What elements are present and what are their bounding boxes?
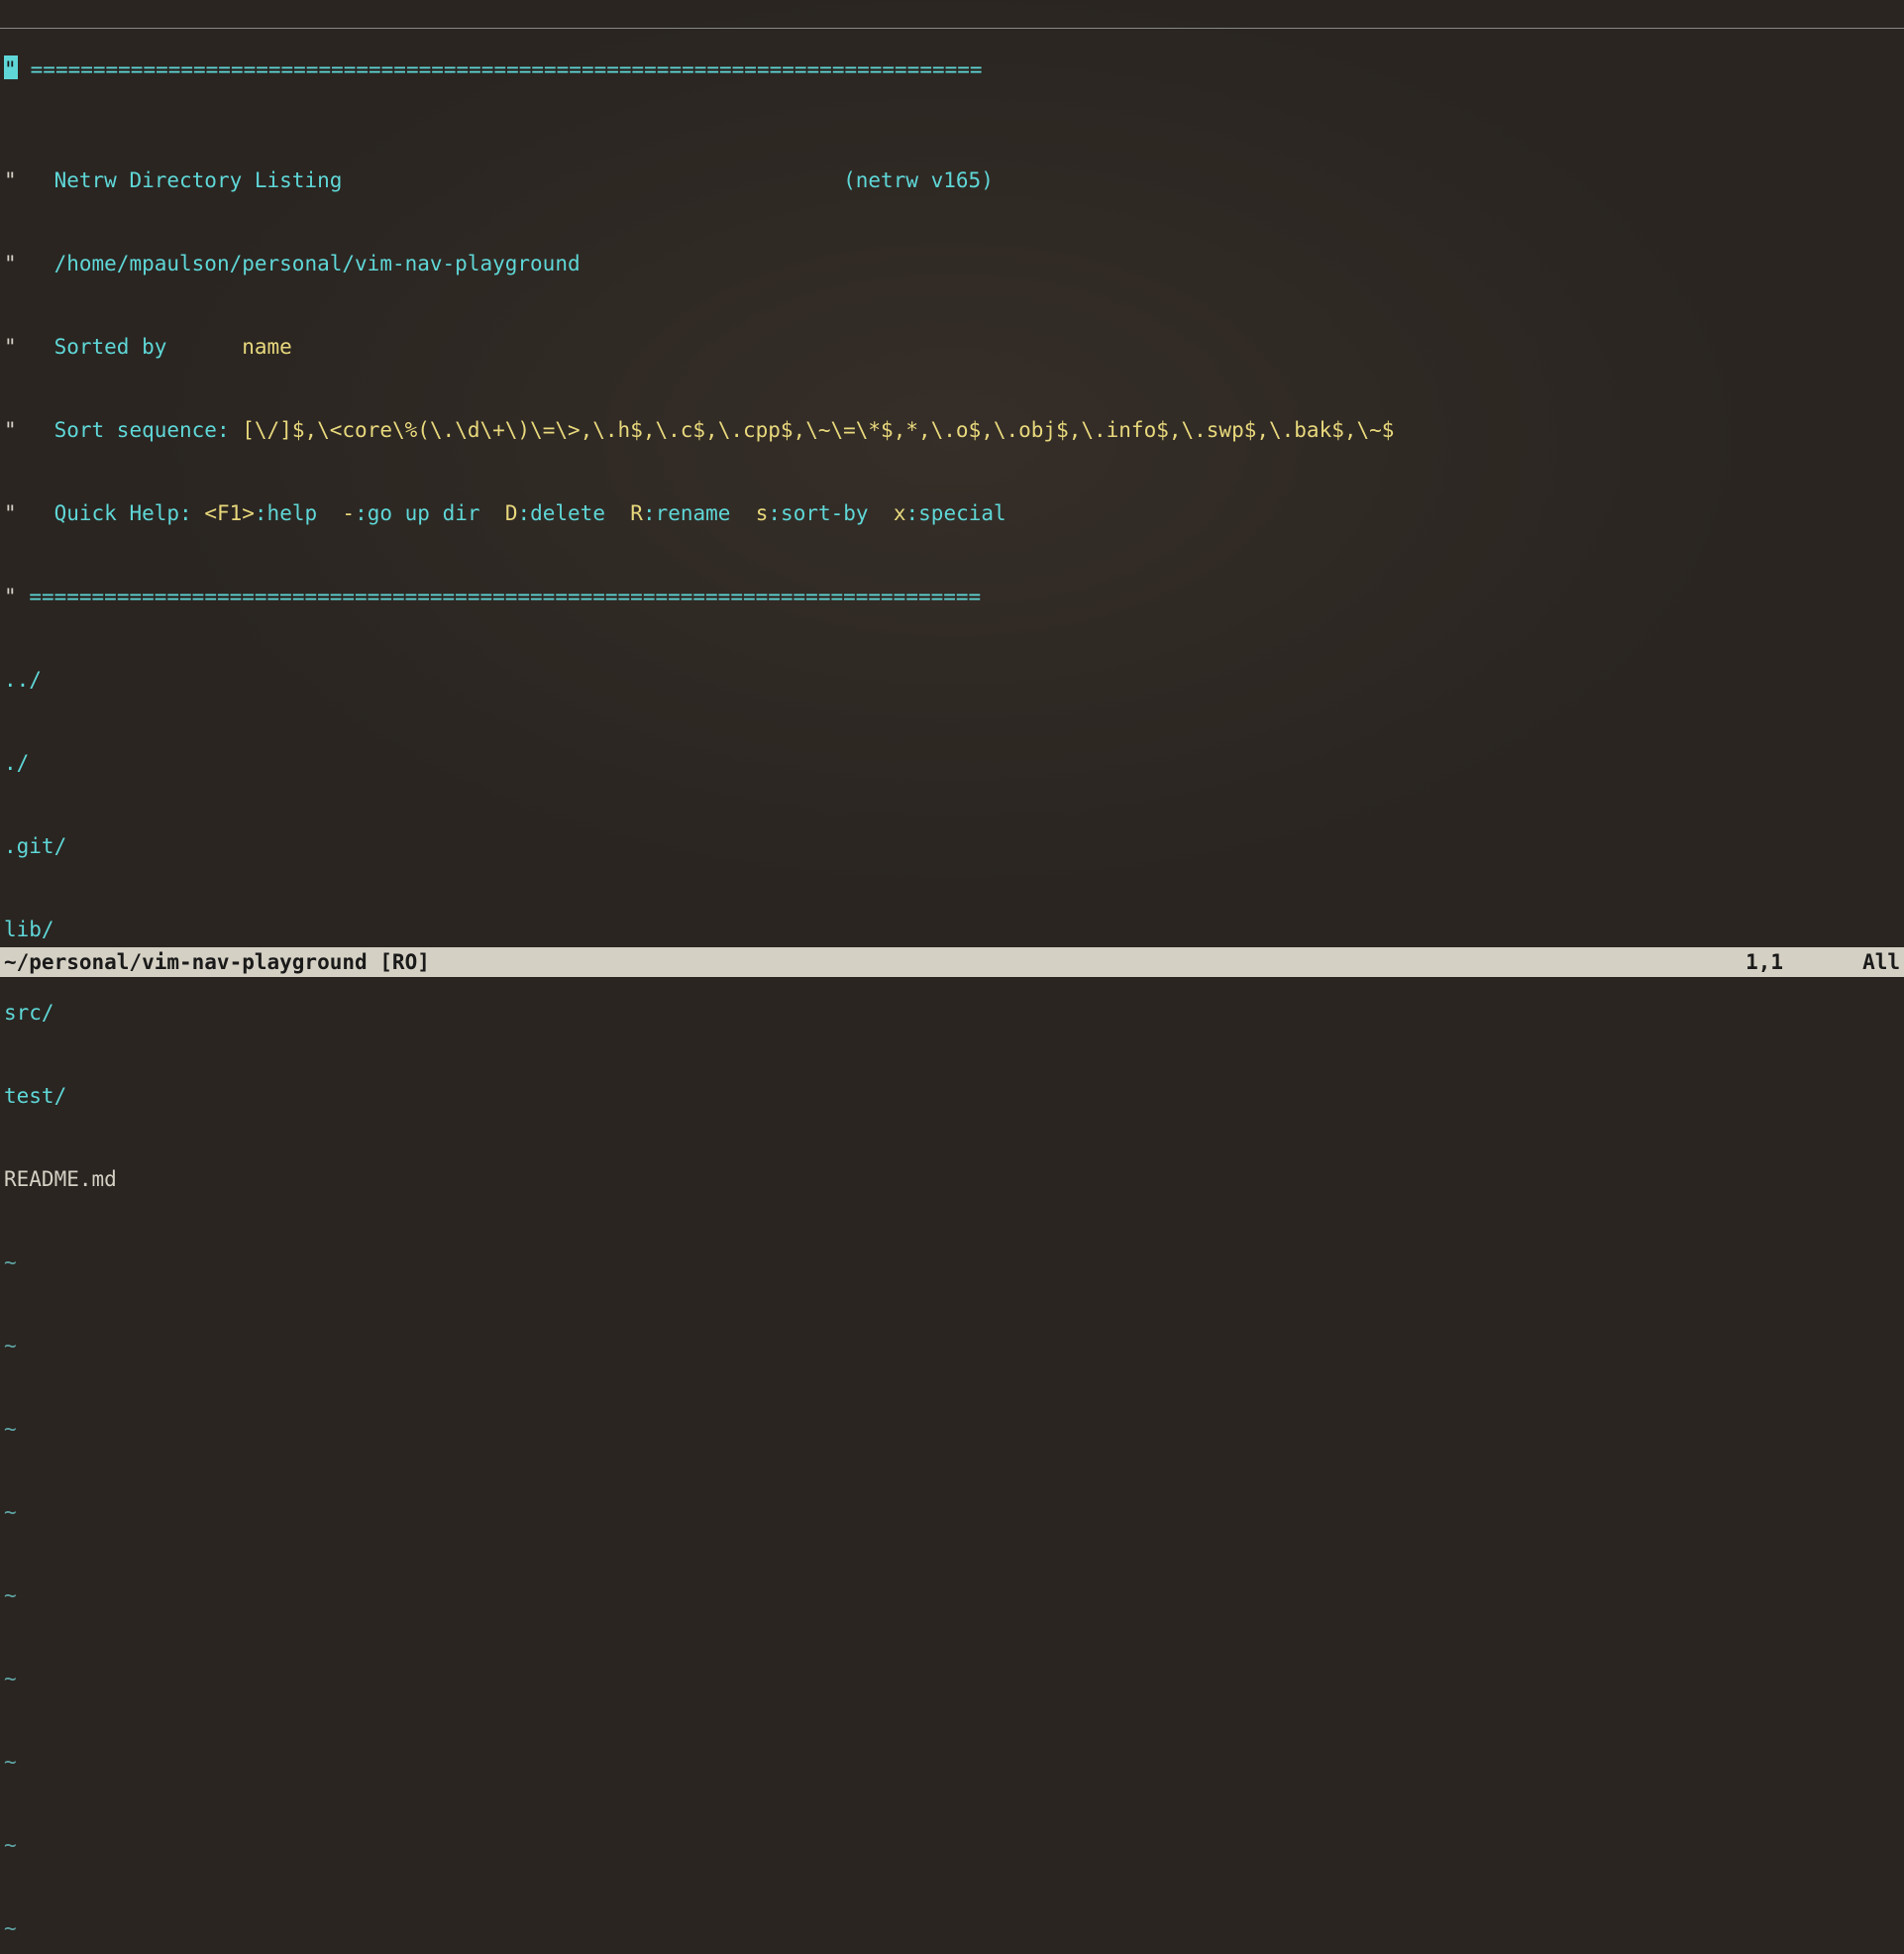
entry-lib-dir[interactable]: lib/ <box>0 916 1904 943</box>
header-line-2: " ======================================… <box>0 583 1904 610</box>
entry-git-dir[interactable]: .git/ <box>0 832 1904 860</box>
divider-top: ========================================… <box>31 57 983 81</box>
empty-line: ~ <box>0 1831 1904 1859</box>
netrw-title: Netrw Directory Listing <box>54 168 343 192</box>
header-title-line: " Netrw Directory Listing (netrw v165) <box>0 166 1904 194</box>
quick-help-label: Quick Help: <box>54 501 192 525</box>
cursor: " <box>4 55 18 79</box>
vim-netrw-window[interactable]: " ======================================… <box>0 0 1904 977</box>
sorted-by-value: name <box>242 335 292 359</box>
help-key-x: x <box>894 501 906 525</box>
header-sort-line: " Sorted by name <box>0 333 1904 361</box>
entry-readme-file[interactable]: README.md <box>0 1165 1904 1193</box>
help-key-d: D <box>505 501 518 525</box>
entry-test-dir[interactable]: test/ <box>0 1082 1904 1110</box>
netrw-version: (netrw v165) <box>843 168 994 192</box>
empty-line: ~ <box>0 1415 1904 1443</box>
current-path: /home/mpaulson/personal/vim-nav-playgrou… <box>54 252 581 275</box>
divider-bottom: ========================================… <box>29 585 981 608</box>
sort-sequence-label: Sort sequence: <box>54 418 230 442</box>
empty-line: ~ <box>0 1498 1904 1526</box>
entry-parent-dir[interactable]: ../ <box>0 666 1904 694</box>
empty-line: ~ <box>0 1665 1904 1692</box>
entry-src-dir[interactable]: src/ <box>0 999 1904 1027</box>
empty-line: ~ <box>0 1248 1904 1276</box>
entry-current-dir[interactable]: ./ <box>0 749 1904 777</box>
header-line-1: " ======================================… <box>0 55 1904 83</box>
help-key-s: s <box>756 501 769 525</box>
header-help-line: " Quick Help: <F1>:help -:go up dir D:de… <box>0 499 1904 527</box>
header-sequence-line: " Sort sequence: [\/]$,\<core\%(\.\d\+\)… <box>0 416 1904 444</box>
empty-line: ~ <box>0 1914 1904 1942</box>
sorted-by-label: Sorted by <box>54 335 167 359</box>
help-key-dash: - <box>342 501 355 525</box>
help-key-r: R <box>630 501 643 525</box>
sort-sequence-value: [\/]$,\<core\%(\.\d\+\)\=\>,\.h$,\.c$,\.… <box>242 418 1394 442</box>
empty-line: ~ <box>0 1332 1904 1359</box>
help-key-f1: <F1> <box>204 501 255 525</box>
header-path-line: " /home/mpaulson/personal/vim-nav-playgr… <box>0 250 1904 277</box>
empty-line: ~ <box>0 1581 1904 1609</box>
empty-line: ~ <box>0 1748 1904 1776</box>
